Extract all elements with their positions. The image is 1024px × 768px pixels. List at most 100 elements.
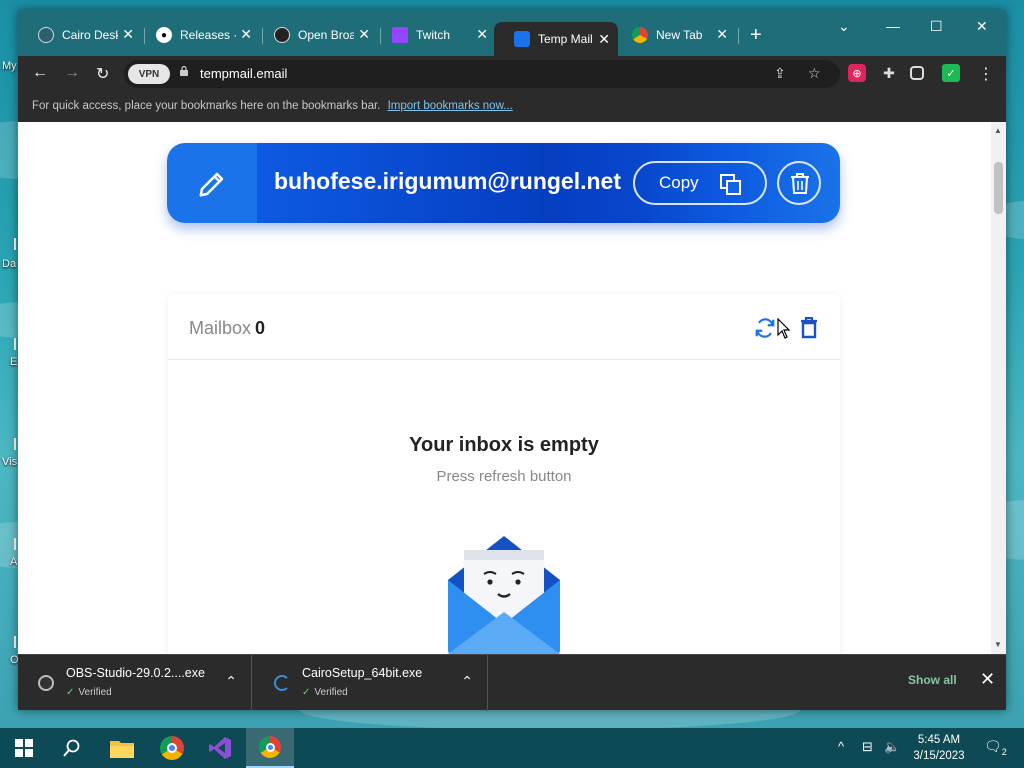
tab-label: Open Broadcaster — [298, 28, 354, 42]
desktop-icon-label[interactable]: A — [10, 556, 17, 568]
windows-icon — [15, 739, 33, 757]
empty-inbox-title: Your inbox is empty — [409, 434, 599, 456]
scroll-down-icon[interactable]: ▼ — [994, 640, 1002, 649]
file-explorer-button[interactable] — [98, 728, 146, 768]
chrome-icon — [632, 27, 648, 43]
download-item[interactable]: OBS-Studio-29.0.2....exe ✓ Verified ⌃ — [18, 655, 252, 711]
vpn-extension-icon[interactable]: ✓ — [942, 64, 960, 82]
close-icon[interactable]: ✕ — [476, 26, 488, 43]
cairo-icon — [38, 27, 54, 43]
scroll-thumb[interactable] — [994, 162, 1003, 214]
delete-all-icon[interactable] — [800, 317, 818, 339]
close-download-bar-icon[interactable]: ✕ — [980, 669, 995, 690]
mailbox-title: Mailbox 0 — [189, 318, 266, 338]
obs-icon — [38, 675, 54, 691]
chevron-up-icon[interactable]: ⌃ — [225, 673, 237, 690]
extension-shield-icon[interactable]: ⊕ — [848, 64, 866, 82]
browser-taskbar-button[interactable] — [246, 728, 294, 768]
close-icon[interactable]: ✕ — [240, 26, 252, 43]
network-icon[interactable]: ⊟ — [862, 739, 873, 755]
tab-label: New Tab — [656, 28, 703, 42]
address-bar[interactable]: VPN tempmail.email ⇪ ☆ — [124, 60, 840, 88]
tab-releases[interactable]: ● Releases · ✕ — [136, 22, 260, 48]
search-icon — [63, 739, 80, 757]
delete-email-button[interactable] — [777, 161, 821, 205]
notification-center-icon[interactable]: 🗨2 — [984, 738, 1007, 757]
lock-icon[interactable] — [180, 66, 188, 76]
tab-label: Cairo Desktop — [62, 28, 118, 42]
more-menu-icon[interactable]: ⋮ — [978, 64, 994, 84]
tab-label: Temp Mail — [538, 32, 593, 46]
download-filename: OBS-Studio-29.0.2....exe — [66, 666, 205, 680]
copy-button[interactable]: Copy — [633, 161, 767, 205]
download-status: ✓ Verified — [302, 687, 348, 698]
download-item[interactable]: CairoSetup_64bit.exe ✓ Verified ⌃ — [254, 655, 488, 711]
volume-icon[interactable]: 🔈 — [884, 739, 900, 755]
clock-date: 3/15/2023 — [913, 750, 965, 762]
sidepanel-icon[interactable] — [910, 66, 924, 80]
check-icon: ✓ — [66, 687, 75, 698]
system-clock[interactable]: 5:45 AM 3/15/2023 — [906, 732, 972, 764]
chevron-up-icon[interactable]: ⌃ — [461, 673, 473, 690]
close-icon[interactable]: ✕ — [358, 26, 370, 43]
pencil-icon[interactable] — [197, 169, 227, 199]
copy-label: Copy — [659, 173, 699, 192]
share-icon[interactable]: ⇪ — [774, 65, 786, 82]
github-icon: ● — [156, 27, 172, 43]
desktop-icon-label[interactable]: Vis — [2, 456, 17, 468]
scroll-up-icon[interactable]: ▲ — [994, 126, 1002, 135]
tab-temp-mail[interactable]: Temp Mail ✕ — [494, 22, 618, 56]
folder-icon — [110, 741, 134, 758]
notification-count: 2 — [1001, 746, 1007, 757]
vpn-badge[interactable]: VPN — [128, 64, 170, 84]
download-bar: OBS-Studio-29.0.2....exe ✓ Verified ⌃ Cai… — [18, 654, 1006, 711]
desktop-icon-label[interactable]: Da — [2, 258, 16, 270]
desktop-icon-label[interactable]: My — [2, 60, 17, 72]
close-icon[interactable]: ✕ — [598, 31, 610, 48]
puzzle-icon[interactable]: ✚ — [880, 64, 898, 82]
reload-icon[interactable]: ↻ — [96, 64, 109, 84]
page-content: buhofese.irigumum@rungel.net Copy Mailbo… — [18, 122, 1006, 654]
star-icon[interactable]: ☆ — [808, 65, 821, 82]
chrome-icon — [160, 736, 184, 760]
page-scrollbar[interactable]: ▲ ▼ — [991, 122, 1006, 654]
maximize-button[interactable]: ☐ — [930, 18, 943, 35]
desktop-icon-label[interactable]: E — [10, 356, 17, 368]
email-address[interactable]: buhofese.irigumum@rungel.net — [274, 168, 621, 195]
refresh-icon[interactable] — [754, 317, 776, 339]
bookmarks-hint: For quick access, place your bookmarks h… — [32, 100, 381, 112]
mailbox-card: Mailbox 0 Your inbox is empty Press refre… — [168, 294, 840, 654]
tab-twitch[interactable]: Twitch ✕ — [372, 22, 496, 48]
check-icon: ✓ — [302, 687, 311, 698]
twitch-icon — [392, 27, 408, 43]
tab-cairo-desktop[interactable]: Cairo Desktop ✕ — [18, 22, 142, 48]
tab-label: Releases · — [180, 28, 236, 42]
copy-icon — [720, 174, 741, 195]
url-text[interactable]: tempmail.email — [200, 66, 287, 81]
tab-new-tab[interactable]: New Tab ✕ — [612, 22, 736, 48]
new-tab-button[interactable]: + — [750, 24, 762, 47]
chrome-taskbar-button[interactable] — [148, 728, 196, 768]
obs-icon — [274, 27, 290, 43]
import-bookmarks-link[interactable]: Import bookmarks now... — [388, 100, 513, 112]
chevron-up-icon[interactable]: ^ — [838, 739, 844, 754]
mouse-cursor-icon — [777, 318, 791, 339]
tab-open-broadcaster[interactable]: Open Broadcaster ✕ — [254, 22, 378, 48]
tab-label: Twitch — [416, 28, 451, 42]
show-all-button[interactable]: Show all — [908, 673, 957, 687]
minimize-button[interactable]: — — [886, 18, 900, 34]
close-icon[interactable]: ✕ — [716, 26, 728, 43]
visual-studio-button[interactable] — [196, 728, 244, 768]
browser-icon — [259, 736, 281, 758]
close-window-button[interactable]: ✕ — [976, 18, 988, 35]
close-icon[interactable]: ✕ — [122, 26, 134, 43]
empty-inbox-subtitle: Press refresh button — [436, 468, 572, 485]
search-button[interactable] — [48, 728, 96, 768]
mailbox-count: 0 — [255, 318, 266, 338]
back-arrow-icon[interactable]: ← — [32, 64, 48, 82]
trash-icon — [791, 173, 809, 194]
mailbox-header: Mailbox 0 — [168, 294, 840, 360]
start-button[interactable] — [0, 728, 48, 768]
forward-arrow-icon[interactable]: → — [64, 64, 80, 82]
tab-search-icon[interactable]: ⌄ — [838, 18, 850, 35]
